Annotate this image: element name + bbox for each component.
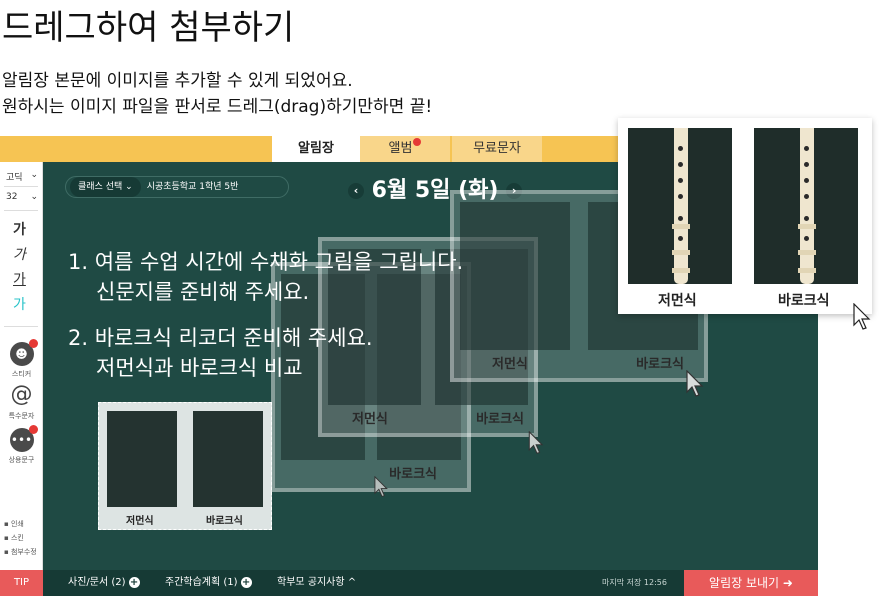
print-button[interactable]: ▪ 인쇄: [4, 519, 24, 529]
plus-icon: +: [240, 576, 252, 588]
bottom-bar: TIP 사진/문서 (2) + 주간학습계획 (1) + 학부모 공지사항 ^ 마지…: [0, 570, 818, 596]
common-phrase-label: 상용문구: [8, 456, 35, 464]
tab-notice[interactable]: 알림장: [272, 136, 360, 162]
german-caption: 저먼식: [658, 293, 697, 309]
baroque-recorder-image: [754, 128, 858, 284]
divider: [4, 186, 38, 187]
weekly-plan-button[interactable]: 주간학습계획 (1) +: [165, 570, 252, 596]
tip-button[interactable]: TIP: [0, 570, 43, 596]
text-color-button[interactable]: 가: [13, 294, 26, 314]
prev-date-button[interactable]: ‹: [348, 183, 364, 199]
sticker-button[interactable]: ☻ 스티커: [0, 339, 43, 379]
bold-button[interactable]: 가: [13, 219, 26, 239]
chevron-down-icon: ⌄: [30, 192, 38, 202]
class-chip-label: 클래스 선택: [78, 182, 123, 192]
recorder-illustration: [798, 128, 816, 284]
at-sign-icon: @: [9, 382, 34, 408]
attach-icon: ▪: [4, 548, 9, 556]
photo-docs-button[interactable]: 사진/문서 (2) +: [68, 570, 140, 596]
tab-free-sms[interactable]: 무료문자: [452, 136, 542, 162]
baroque-caption: 바로크식: [778, 293, 830, 309]
attached-image[interactable]: 저먼식 바로크식: [98, 402, 272, 530]
ghost-caption: 저먼식: [352, 412, 388, 427]
printer-icon: ▪: [4, 520, 9, 528]
common-phrase-button[interactable]: ••• 상용문구: [0, 425, 43, 465]
special-char-label: 특수문자: [8, 412, 35, 420]
baroque-recorder-thumb: [193, 411, 263, 507]
chat-bubble-icon: •••: [9, 425, 38, 452]
tab-notice-label: 알림장: [298, 141, 334, 156]
new-badge-icon: [28, 425, 38, 434]
chevron-down-icon: ⌄: [125, 182, 133, 192]
attach-edit-button[interactable]: ▪ 첨부수정: [4, 547, 37, 557]
send-notice-button[interactable]: 알림장 보내기 ➜: [684, 570, 818, 596]
german-recorder-image: [628, 128, 732, 284]
german-caption: 저먼식: [126, 516, 154, 527]
baroque-caption: 바로크식: [206, 516, 243, 527]
ghost-caption: 바로크식: [476, 412, 524, 427]
divider: [4, 210, 38, 211]
skin-icon: ▪: [4, 534, 9, 542]
ghost-caption: 저먼식: [492, 357, 528, 372]
plus-icon: +: [128, 576, 140, 588]
notice-line-1: 1. 여름 수업 시간에 수채화 그림을 그립니다.: [68, 250, 464, 274]
description-line-2: 원하시는 이미지 파일을 판서로 드레그(drag)하기만하면 끝!: [2, 97, 433, 117]
smiley-icon: ☻: [9, 339, 38, 366]
last-saved-status: 마지막 저장 12:56: [602, 578, 667, 587]
ghost-image: [460, 202, 570, 350]
new-badge-icon: [28, 339, 38, 348]
special-char-button[interactable]: @ 특수문자: [0, 384, 43, 421]
dragged-image-card[interactable]: 저먼식 바로크식: [618, 118, 872, 314]
chevron-down-icon: ⌄: [30, 170, 38, 180]
font-size-select[interactable]: 32 ⌄: [0, 192, 43, 202]
tab-album[interactable]: 앨범: [360, 136, 450, 162]
sticker-label: 스티커: [11, 370, 32, 378]
skin-button[interactable]: ▪ 스킨: [4, 533, 24, 543]
font-family-select[interactable]: 고딕 ⌄: [0, 170, 43, 183]
font-family-value: 고딕: [6, 173, 23, 183]
tab-album-label: 앨범: [388, 141, 413, 156]
class-name: 시공초등학교 1학년 5반: [146, 182, 239, 192]
german-recorder-thumb: [107, 411, 177, 507]
recorder-illustration: [672, 128, 690, 284]
class-select-chip[interactable]: 클래스 선택 ⌄: [70, 177, 141, 197]
ghost-caption: 바로크식: [389, 467, 437, 482]
notice-line-3: 2. 바로크식 리코더 준비해 주세요.: [68, 326, 373, 350]
italic-button[interactable]: 가: [13, 244, 26, 264]
print-label: 인쇄: [10, 520, 24, 528]
class-select[interactable]: 클래스 선택 ⌄ 시공초등학교 1학년 5반: [65, 176, 289, 198]
photo-docs-label: 사진/문서 (2): [68, 577, 126, 588]
tab-sms-label: 무료문자: [473, 141, 521, 156]
attach-edit-label: 첨부수정: [10, 548, 37, 556]
underline-button[interactable]: 가: [13, 269, 26, 289]
ghost-caption: 바로크식: [636, 357, 684, 372]
notice-line-2: 신문지를 준비해 주세요.: [96, 280, 310, 304]
editor-sidebar: 고딕 ⌄ 32 ⌄ 가 가 가 가 ☻ 스티커 @ 특수문자 ••• 상용문구 …: [0, 162, 43, 570]
divider: [4, 326, 38, 327]
weekly-plan-label: 주간학습계획 (1): [165, 577, 238, 588]
skin-label: 스킨: [10, 534, 24, 542]
parent-notice-button[interactable]: 학부모 공지사항 ^: [277, 570, 356, 596]
new-badge-icon: [413, 138, 422, 146]
font-size-value: 32: [6, 192, 18, 202]
notice-line-4: 저먼식과 바로크식 비교: [96, 356, 303, 380]
page-title: 드레그하여 첨부하기: [2, 8, 295, 48]
description-line-1: 알림장 본문에 이미지를 추가할 수 있게 되었어요.: [2, 71, 353, 91]
